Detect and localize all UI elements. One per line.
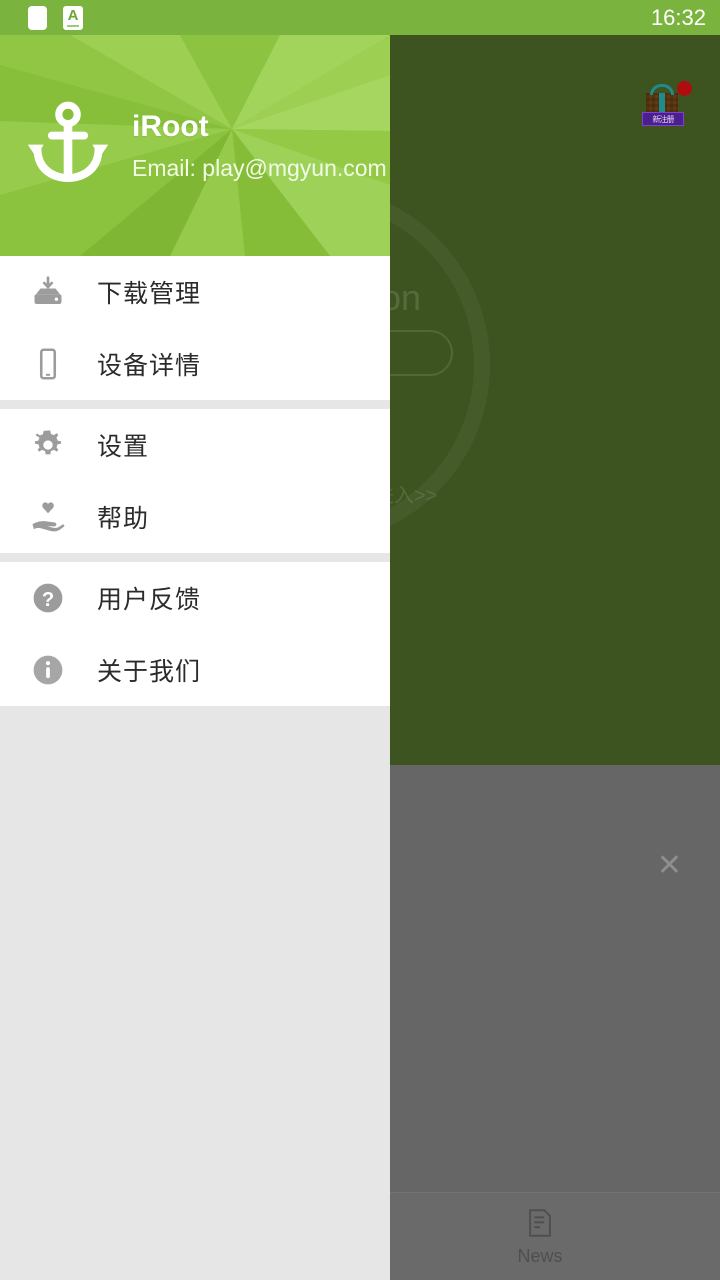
question-circle-icon: ?: [26, 576, 70, 620]
menu-item-about-us[interactable]: 关于我们: [0, 634, 390, 706]
menu-item-help[interactable]: 帮助: [0, 481, 390, 553]
svg-text:?: ?: [42, 589, 54, 611]
notification-dot: [677, 81, 692, 96]
drawer-divider: [0, 400, 390, 409]
menu-item-label: 设备详情: [97, 352, 202, 380]
menu-item-device-details[interactable]: 设备详情: [0, 328, 390, 400]
app-a-icon: A: [63, 5, 83, 30]
menu-item-label: 帮助: [97, 505, 150, 533]
status-bar-clock: 16:32: [650, 4, 706, 30]
drawer-divider: [0, 553, 390, 562]
tab-news[interactable]: News: [360, 1193, 720, 1280]
gift-label: 新注册: [642, 112, 684, 126]
gift-bow-shape: [650, 84, 674, 95]
drawer-group-3: ? 用户反馈 关于我们: [0, 562, 390, 706]
drawer-empty-area: [0, 706, 390, 1226]
phone-icon: [26, 342, 70, 386]
menu-item-user-feedback[interactable]: ? 用户反馈: [0, 562, 390, 634]
menu-item-download-manager[interactable]: 下载管理: [0, 256, 390, 328]
menu-item-settings[interactable]: 设置: [0, 409, 390, 481]
menu-item-label: 用户反馈: [97, 586, 202, 614]
gear-icon: [26, 423, 70, 467]
status-bar: A 16:32: [0, 0, 720, 35]
phone-screen: 3010 mission cess 的, 点击进入>> 新注册 嫁给了村里的傻子…: [0, 0, 720, 1280]
notification-icon: [28, 5, 47, 30]
info-circle-icon: [26, 648, 70, 692]
anchor-icon: [22, 100, 114, 192]
close-icon[interactable]: ✕: [657, 851, 682, 881]
drawer-group-1: 下载管理 设备详情: [0, 256, 390, 400]
tab-label: News: [517, 1246, 563, 1266]
download-tray-icon: [26, 270, 70, 314]
menu-item-label: 关于我们: [97, 658, 202, 686]
profile-email: Email: play@mgyun.com: [132, 154, 387, 181]
hand-heart-icon: [26, 495, 70, 539]
gift-ribbon-shape: [659, 93, 665, 113]
news-doc-icon: [523, 1206, 557, 1240]
drawer-profile-header[interactable]: iRoot Email: play@mgyun.com: [0, 35, 390, 256]
menu-item-label: 设置: [97, 433, 150, 461]
drawer-group-2: 设置 帮助: [0, 409, 390, 553]
gift-icon[interactable]: 新注册: [642, 81, 692, 131]
navigation-drawer: iRoot Email: play@mgyun.com 下载管理 设备详情 设置…: [0, 35, 390, 1280]
profile-app-name: iRoot: [132, 109, 209, 143]
menu-item-label: 下载管理: [97, 280, 202, 308]
